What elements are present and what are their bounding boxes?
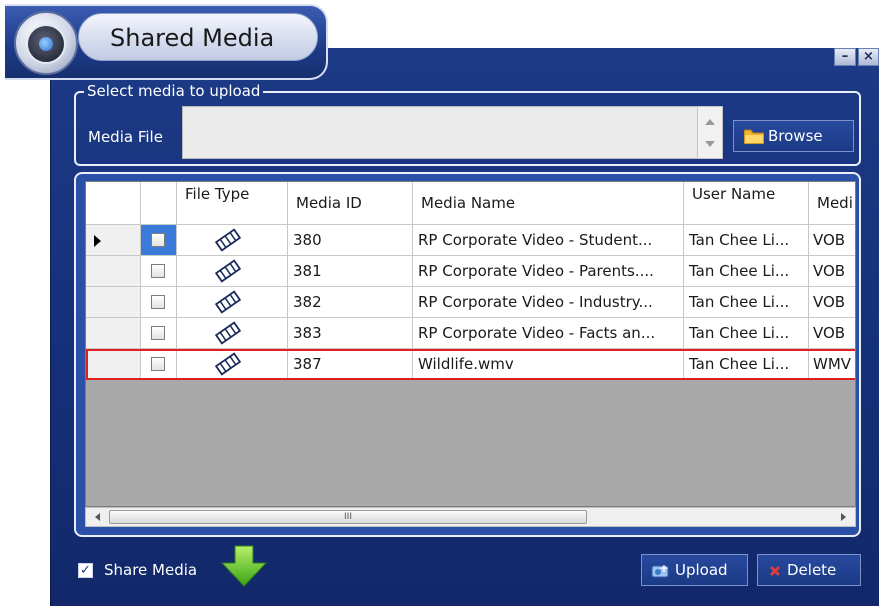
current-row-arrow-icon (94, 235, 101, 247)
share-media-label: Share Media (104, 561, 198, 579)
row-select-cell[interactable] (141, 349, 177, 380)
media-id-cell[interactable]: 380 (288, 225, 413, 256)
media-name-cell[interactable]: RP Corporate Video - Industry... (413, 287, 684, 318)
minimize-button[interactable]: – (834, 48, 856, 66)
film-icon (215, 259, 241, 283)
delete-x-icon (770, 566, 780, 576)
scroll-up-icon[interactable] (705, 119, 715, 125)
media-name-cell[interactable]: RP Corporate Video - Student... (413, 225, 684, 256)
folder-icon (744, 129, 764, 144)
film-icon (215, 352, 241, 376)
row-select-cell[interactable] (141, 318, 177, 349)
app-logo-dot (39, 37, 53, 51)
file-type-cell (177, 225, 288, 256)
grid-row-header (86, 182, 141, 225)
user-name-cell[interactable]: Tan Chee Li... (684, 349, 809, 380)
row-header[interactable] (86, 287, 141, 318)
row-header[interactable] (86, 349, 141, 380)
grid-horizontal-scrollbar[interactable]: III (85, 507, 856, 527)
window-title: Shared Media (110, 24, 275, 52)
close-button[interactable]: × (858, 48, 879, 66)
upload-icon (651, 565, 669, 578)
media-type-cell[interactable]: VOB (809, 225, 855, 256)
row-select-cell[interactable] (141, 256, 177, 287)
row-select-cell[interactable] (141, 225, 177, 256)
column-header-media-name[interactable]: Media Name (413, 182, 684, 225)
media-id-cell[interactable]: 387 (288, 349, 413, 380)
browse-label: Browse (768, 127, 823, 145)
scroll-left-icon[interactable] (95, 513, 100, 521)
upload-group-title: Select media to upload (84, 82, 264, 100)
delete-button[interactable]: Delete (757, 554, 861, 586)
row-header[interactable] (86, 256, 141, 287)
column-header-file-type[interactable]: File Type (177, 182, 288, 225)
media-type-cell[interactable]: WMV (809, 349, 855, 380)
film-icon (215, 290, 241, 314)
browse-button[interactable]: Browse (733, 120, 854, 152)
upload-button[interactable]: Upload (641, 554, 748, 586)
user-name-cell[interactable]: Tan Chee Li... (684, 225, 809, 256)
row-checkbox[interactable] (151, 357, 165, 371)
media-file-label: Media File (88, 128, 163, 146)
file-type-cell (177, 349, 288, 380)
row-checkbox[interactable] (151, 295, 165, 309)
row-select-cell[interactable] (141, 287, 177, 318)
media-name-cell[interactable]: RP Corporate Video - Facts an... (413, 318, 684, 349)
media-id-cell[interactable]: 382 (288, 287, 413, 318)
media-grid: File Type Media ID Media Name User Name … (85, 181, 856, 507)
file-type-cell (177, 287, 288, 318)
media-id-cell[interactable]: 381 (288, 256, 413, 287)
user-name-cell[interactable]: Tan Chee Li... (684, 256, 809, 287)
media-type-cell[interactable]: VOB (809, 287, 855, 318)
column-header-user-name[interactable]: User Name (684, 182, 809, 225)
column-header-media-type[interactable]: Medi (809, 182, 855, 225)
media-name-cell[interactable]: RP Corporate Video - Parents.... (413, 256, 684, 287)
media-type-cell[interactable]: VOB (809, 256, 855, 287)
row-header[interactable] (86, 318, 141, 349)
media-id-cell[interactable]: 383 (288, 318, 413, 349)
scroll-down-icon[interactable] (705, 141, 715, 147)
row-checkbox[interactable] (151, 264, 165, 278)
table-row[interactable]: 381 RP Corporate Video - Parents.... Tan C… (86, 256, 855, 287)
scroll-right-icon[interactable] (841, 513, 846, 521)
film-icon (215, 228, 241, 252)
media-file-input[interactable] (182, 106, 698, 159)
media-name-cell[interactable]: Wildlife.wmv (413, 349, 684, 380)
table-row[interactable]: 382 RP Corporate Video - Industry... Tan C… (86, 287, 855, 318)
scroll-thumb[interactable]: III (109, 510, 587, 524)
media-file-scrollbar[interactable] (697, 106, 723, 159)
media-type-cell[interactable]: VOB (809, 318, 855, 349)
row-header[interactable] (86, 225, 141, 256)
column-header-media-id[interactable]: Media ID (288, 182, 413, 225)
row-checkbox[interactable] (151, 326, 165, 340)
share-media-checkbox[interactable]: ✓ (78, 563, 93, 578)
table-row[interactable]: 380 RP Corporate Video - Student... Tan Ch… (86, 225, 855, 256)
file-type-cell (177, 256, 288, 287)
table-row[interactable]: 383 RP Corporate Video - Facts an... Tan C… (86, 318, 855, 349)
grid-checkbox-header[interactable] (141, 182, 177, 225)
user-name-cell[interactable]: Tan Chee Li... (684, 287, 809, 318)
table-row[interactable]: 387 Wildlife.wmv Tan Chee Li... WMV (86, 349, 855, 380)
delete-label: Delete (787, 561, 837, 579)
file-type-cell (177, 318, 288, 349)
down-arrow-icon (221, 545, 267, 587)
upload-label: Upload (675, 561, 728, 579)
user-name-cell[interactable]: Tan Chee Li... (684, 318, 809, 349)
film-icon (215, 321, 241, 345)
row-checkbox[interactable] (151, 233, 165, 247)
